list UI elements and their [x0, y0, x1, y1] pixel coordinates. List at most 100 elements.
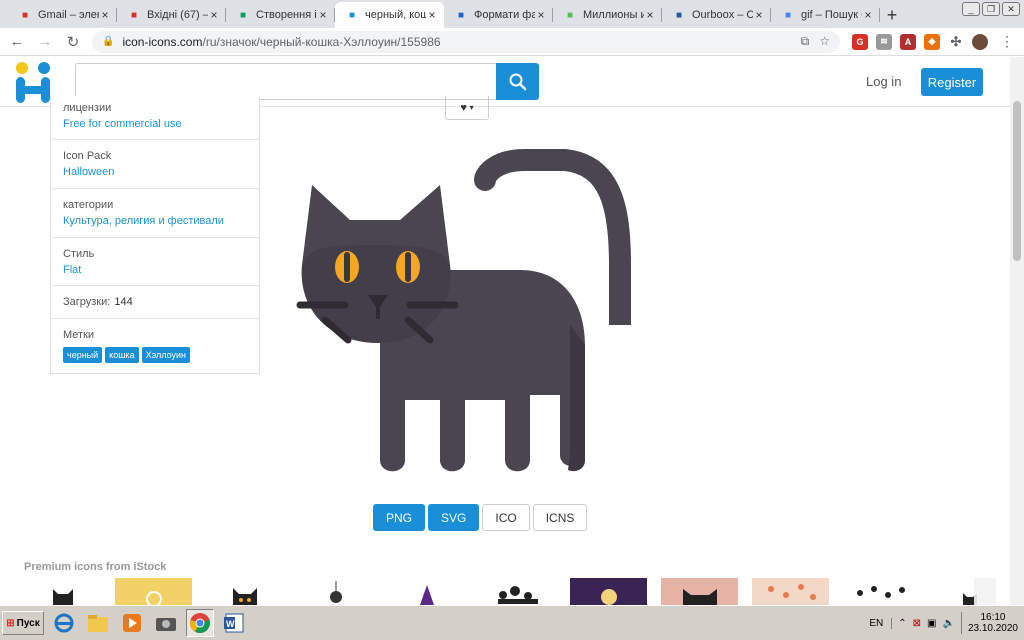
format-icns-button[interactable]: ICNS — [532, 504, 588, 531]
tag-chip[interactable]: черный — [63, 347, 103, 363]
register-button[interactable]: Register — [921, 68, 983, 96]
browser-tab[interactable]: ■ Вхідні (67) – п× — [117, 2, 226, 28]
chevron-down-icon: ▾ — [469, 103, 474, 112]
camera-app-icon[interactable] — [152, 609, 180, 637]
tab-title: Миллионы изо — [583, 9, 644, 21]
gmail-icon: ■ — [21, 9, 29, 21]
format-png-button[interactable]: PNG — [373, 504, 426, 531]
format-svg-button[interactable]: SVG — [428, 504, 480, 531]
file-explorer-icon[interactable] — [84, 609, 112, 637]
scrollbar-thumb[interactable] — [1013, 101, 1021, 261]
browser-tab[interactable]: ■ Миллионы изо× — [553, 2, 662, 28]
thumbnails-next-button[interactable] — [974, 578, 996, 605]
format-buttons: PNG SVG ICO ICNS — [373, 504, 588, 531]
tab-title: gif – Пошук Go — [801, 9, 862, 21]
extension-red-icon[interactable]: G — [852, 33, 868, 50]
browser-tab[interactable]: ■ Формати файл× — [444, 2, 553, 28]
bookmark-star-icon[interactable]: ☆ — [819, 34, 830, 49]
premium-thumbnail[interactable] — [388, 578, 465, 605]
profile-avatar[interactable] — [972, 33, 988, 50]
minimize-button[interactable]: _ — [962, 2, 980, 16]
address-bar[interactable]: 🔒 icon-icons.com/ru/значок/черный-кошка-… — [92, 30, 840, 53]
premium-heading: Premium icons from iStock — [24, 561, 167, 573]
close-window-button[interactable]: ✕ — [1002, 2, 1020, 16]
format-ico-button[interactable]: ICO — [482, 504, 530, 531]
style-link[interactable]: Flat — [63, 264, 247, 276]
category-link[interactable]: Культура, религия и фестивали — [63, 215, 247, 227]
close-tab-icon[interactable]: × — [317, 8, 329, 22]
premium-thumbnail[interactable] — [297, 578, 374, 605]
close-tab-icon[interactable]: × — [535, 8, 547, 22]
style-label: Стиль — [63, 247, 95, 260]
premium-thumbnail[interactable] — [479, 578, 556, 605]
extension-orange-icon[interactable]: ◆ — [924, 33, 940, 50]
premium-thumbnail[interactable] — [206, 578, 283, 605]
tray-network-icon[interactable]: ⊠ — [913, 618, 921, 629]
menu-dots-icon[interactable]: ⋮ — [1000, 33, 1014, 50]
search-icon — [509, 73, 526, 90]
tab-strip: ■Gmail – электр×■Вхідні (67) – п×■Створе… — [0, 0, 1024, 28]
tab-title: черный, кошк — [365, 9, 426, 21]
premium-thumbnail[interactable] — [115, 578, 192, 605]
premium-thumbnail[interactable] — [661, 578, 738, 605]
black-cat-icon-preview — [296, 149, 631, 472]
tray-device-icon[interactable]: ▣ — [927, 618, 936, 629]
browser-tab[interactable]: ■ Gmail – электр× — [8, 2, 117, 28]
download-dropdown-button[interactable]: ♥ ▾ — [445, 96, 489, 120]
premium-thumbnail[interactable] — [843, 578, 920, 605]
browser-toolbar: ← → ↻ 🔒 icon-icons.com/ru/значок/черный-… — [0, 28, 1024, 56]
back-icon[interactable]: ← — [6, 31, 28, 53]
extension-signal-icon[interactable]: ≋ — [876, 33, 892, 50]
icon-pack-label: Icon Pack — [63, 150, 112, 162]
translate-icon[interactable]: ⧉ — [801, 34, 810, 49]
tray-volume-icon[interactable]: 🔈 — [942, 618, 954, 629]
premium-thumbnail[interactable] — [570, 578, 647, 605]
tray-expand-icon[interactable]: ⌃ — [898, 618, 906, 629]
icon-pack-link[interactable]: Halloween — [63, 166, 247, 178]
taskbar-clock[interactable]: 16:10 23.10.2020 — [960, 612, 1018, 634]
word-icon[interactable]: W — [220, 609, 248, 637]
system-tray: EN ⌃ ⊠ ▣ 🔈 16:10 23.10.2020 — [863, 609, 1024, 637]
tag-chip[interactable]: Хэллоуин — [141, 347, 190, 363]
media-player-icon[interactable] — [118, 609, 146, 637]
windows-taskbar: ⊞ Пуск W EN ⌃ ⊠ ▣ 🔈 16:10 23.10.2020 — [0, 605, 1024, 640]
license-link[interactable]: Free for commercial use — [63, 118, 247, 130]
premium-thumbnail[interactable] — [24, 578, 101, 605]
close-tab-icon[interactable]: × — [99, 8, 111, 22]
close-tab-icon[interactable]: × — [862, 8, 874, 22]
extensions-puzzle-icon[interactable]: ✣ — [948, 33, 964, 50]
classroom-icon: ■ — [239, 9, 247, 21]
maximize-button[interactable]: ❐ — [982, 2, 1000, 16]
extension-pdf-icon[interactable]: A — [900, 33, 916, 50]
page-scrollbar[interactable] — [1010, 57, 1024, 605]
window-controls: _ ❐ ✕ — [962, 2, 1020, 16]
tab-title: Вхідні (67) – п — [147, 9, 208, 21]
login-link[interactable]: Log in — [866, 74, 901, 89]
browser-tab[interactable]: ■ Ourboox – Ста× — [662, 2, 771, 28]
browser-tab[interactable]: ■ черный, кошк× — [335, 2, 444, 28]
close-tab-icon[interactable]: × — [644, 8, 656, 22]
google-icon: ■ — [784, 9, 792, 21]
tag-chip[interactable]: кошка — [105, 347, 139, 363]
forward-icon[interactable]: → — [34, 31, 56, 53]
language-indicator[interactable]: EN — [869, 617, 893, 629]
reload-icon[interactable]: ↻ — [62, 31, 84, 53]
premium-thumbnails — [24, 578, 999, 605]
search-input[interactable] — [75, 63, 497, 100]
close-tab-icon[interactable]: × — [208, 8, 220, 22]
svg-text:W: W — [226, 619, 235, 629]
close-tab-icon[interactable]: × — [753, 8, 765, 22]
close-tab-icon[interactable]: × — [426, 8, 438, 22]
internet-explorer-icon[interactable] — [50, 609, 78, 637]
browser-tab[interactable]: ■ gif – Пошук Go× — [771, 2, 880, 28]
new-tab-button[interactable]: + — [880, 2, 904, 28]
downloads-label: Загрузки: — [63, 296, 111, 308]
tab-title: Формати файл — [474, 9, 535, 21]
chrome-taskbar-icon[interactable] — [186, 609, 214, 637]
heart-icon: ♥ — [460, 101, 467, 114]
start-button[interactable]: ⊞ Пуск — [2, 611, 44, 635]
premium-thumbnail[interactable] — [752, 578, 829, 605]
site-logo[interactable] — [14, 61, 54, 105]
browser-tab[interactable]: ■ Створення інт× — [226, 2, 335, 28]
search-button[interactable] — [496, 63, 539, 100]
